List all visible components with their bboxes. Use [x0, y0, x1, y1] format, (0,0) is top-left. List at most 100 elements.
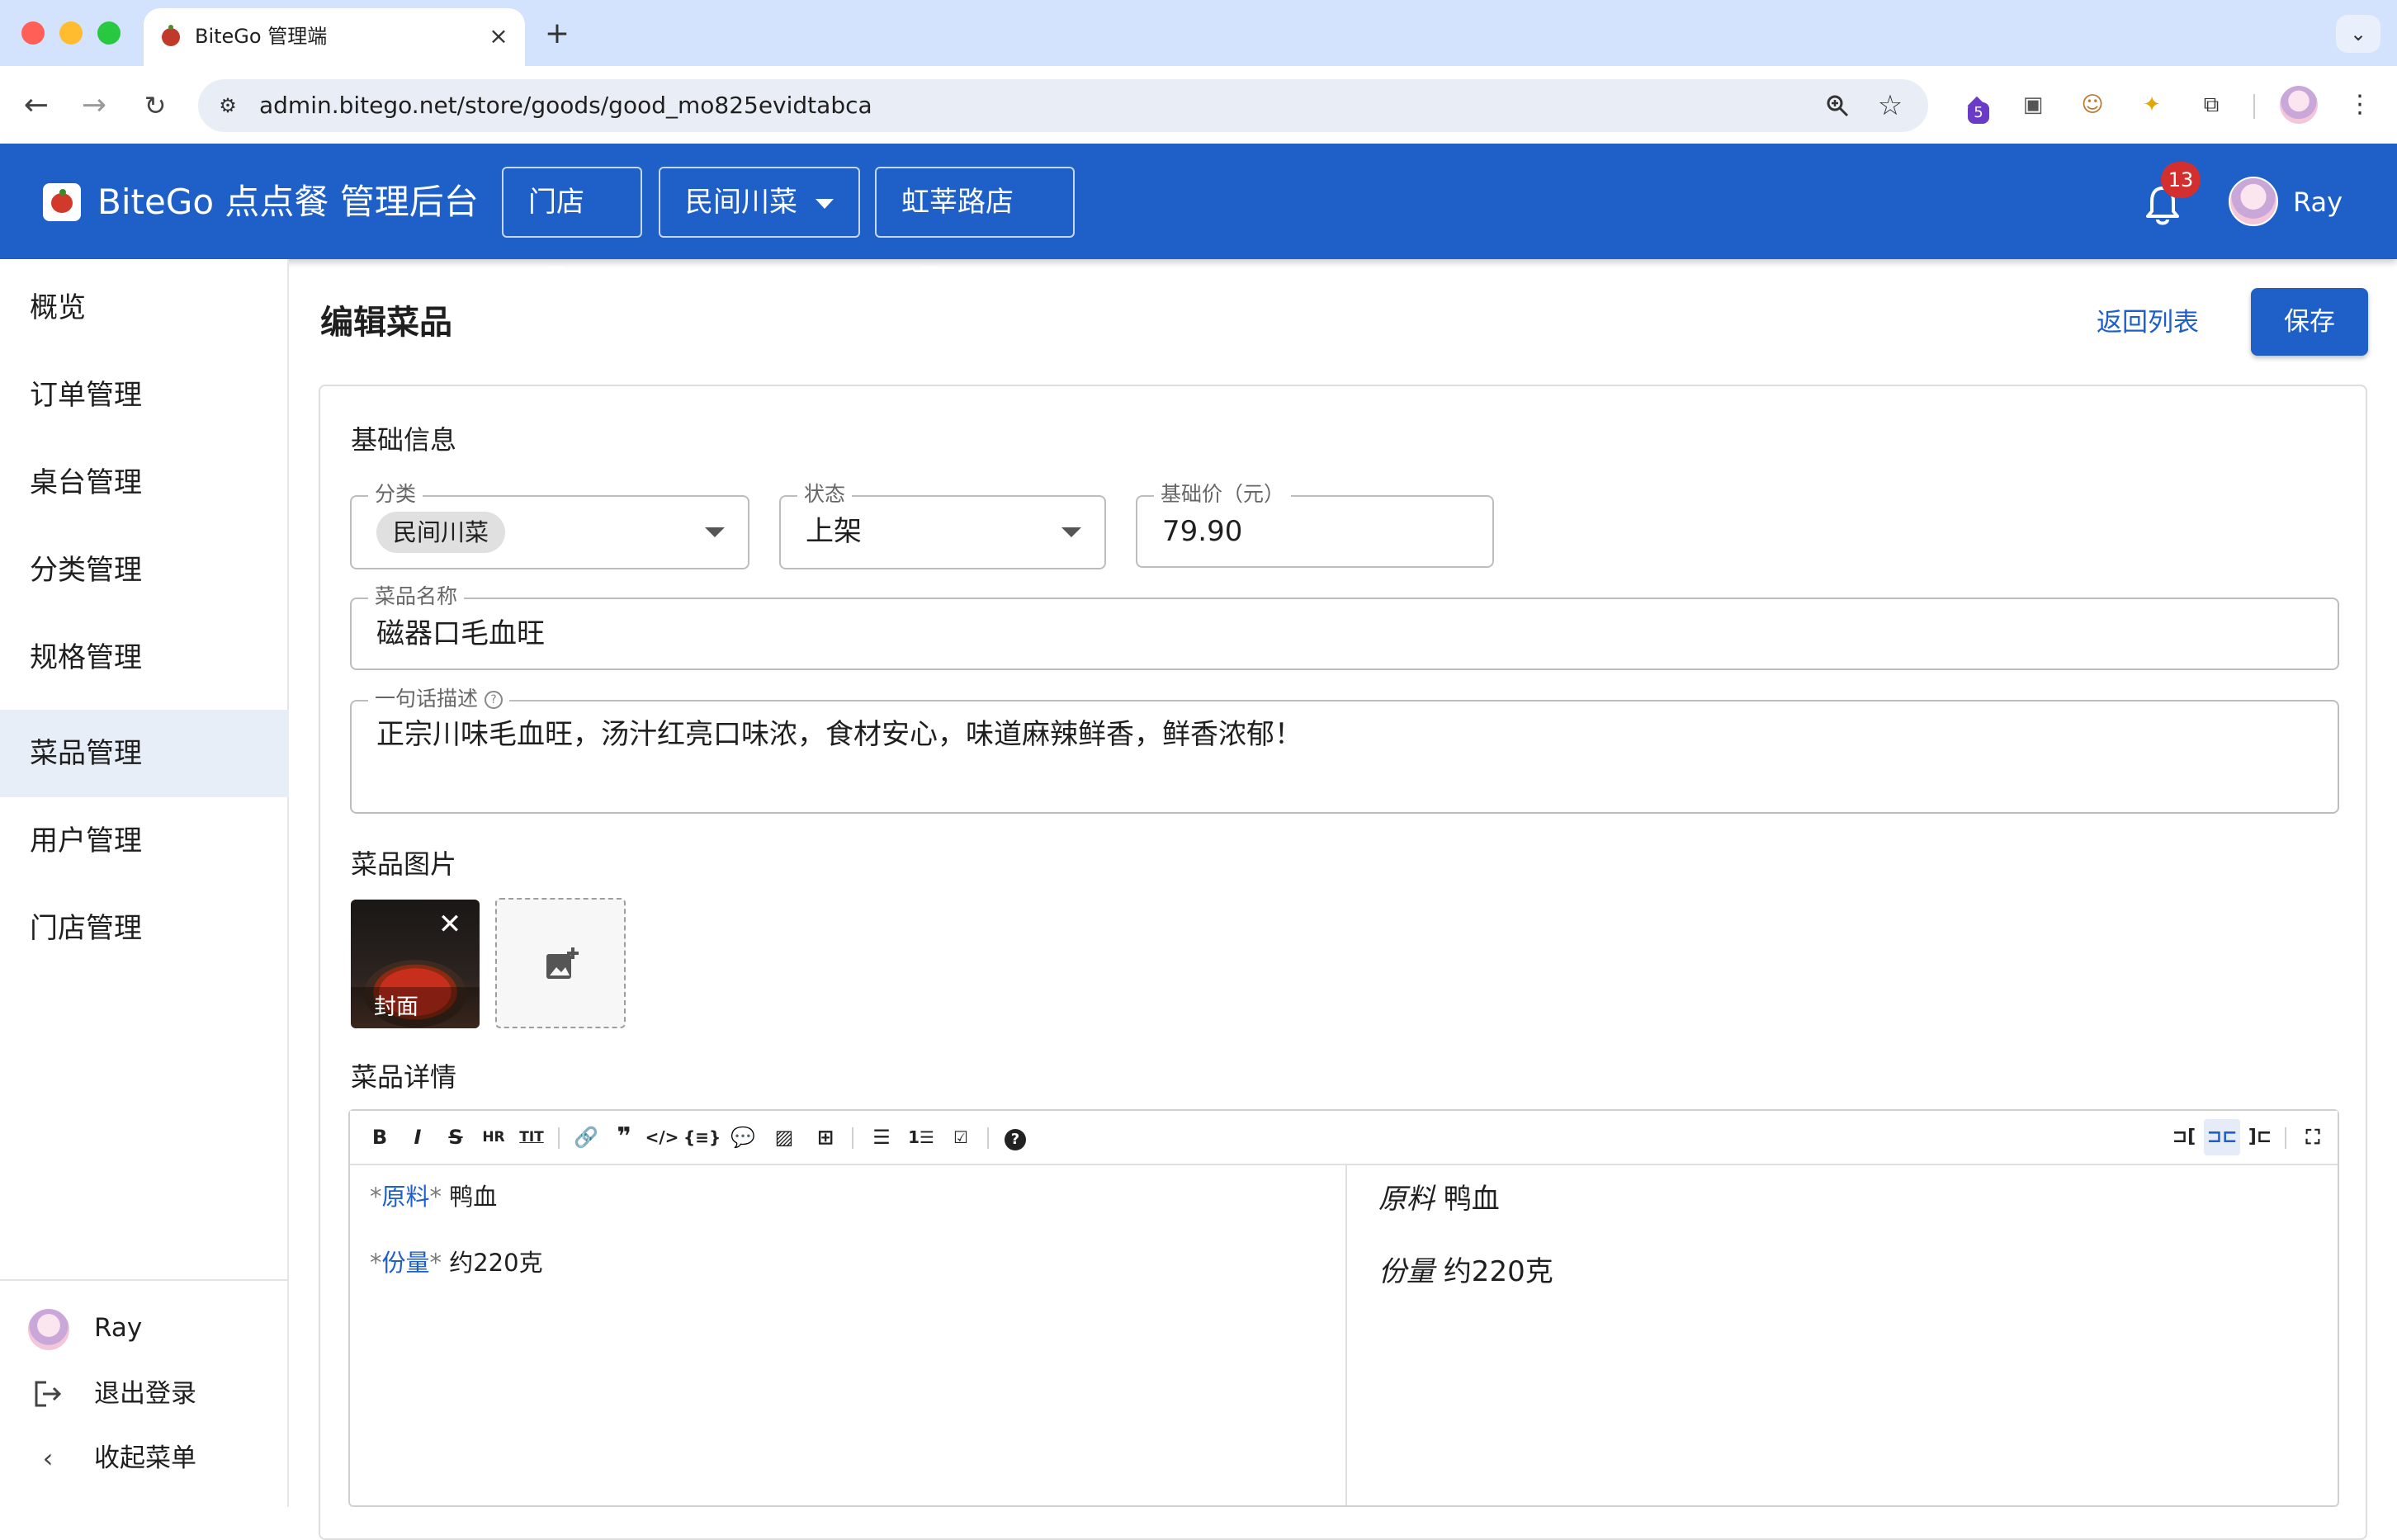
strikethrough-icon[interactable]: S	[437, 1119, 474, 1155]
window-close-button[interactable]	[21, 21, 45, 45]
browser-tab[interactable]: BiteGo 管理端 ×	[144, 8, 525, 66]
category-select[interactable]: 分类 民间川菜	[350, 479, 749, 569]
source-line-1-value: 鸭血	[449, 1183, 498, 1211]
editor-source-pane[interactable]: *原料* 鸭血 *份量* 约220克	[370, 1179, 1327, 1281]
preview-line-1-key: 原料	[1378, 1183, 1435, 1216]
branch-label: 虹莘路店	[901, 186, 1014, 219]
site-info-icon[interactable]: ⚙	[210, 87, 246, 124]
preview-line-2: 份量 约220克	[1378, 1251, 2319, 1292]
sidebar-avatar	[28, 1309, 69, 1350]
horizontal-rule-icon[interactable]: HR	[475, 1119, 512, 1155]
window-minimize-button[interactable]	[59, 21, 83, 45]
table-icon[interactable]: ⊞	[807, 1119, 844, 1155]
editor-preview-pane: 原料 鸭血 份量 约220克	[1378, 1179, 2319, 1292]
toolbar-divider	[2253, 94, 2255, 119]
unordered-list-icon[interactable]: ☰	[863, 1119, 900, 1155]
address-bar[interactable]: ⚙ admin.bitego.net/store/goods/good_mo82…	[198, 79, 1928, 132]
reload-icon[interactable]: ↻	[135, 86, 175, 125]
new-tab-button[interactable]: +	[538, 15, 576, 53]
source-line-2-key: 份量	[381, 1249, 430, 1277]
preview-line-1-value: 鸭血	[1443, 1183, 1500, 1216]
dish-detail-title: 菜品详情	[351, 1061, 457, 1093]
ordered-list-icon[interactable]: 1☰	[903, 1119, 939, 1155]
branch-select[interactable]: 虹莘路店	[875, 167, 1075, 276]
sidebar-item-overview[interactable]: 概览	[0, 264, 289, 352]
sidebar-item-specs[interactable]: 规格管理	[0, 614, 289, 702]
dropdown-caret-icon	[920, 266, 938, 276]
tab-close-icon[interactable]: ×	[482, 20, 515, 53]
source-line-1: *原料* 鸭血	[370, 1183, 498, 1211]
edit-only-icon[interactable]: ⊐[	[2166, 1119, 2202, 1155]
brand-select[interactable]: 民间川菜	[659, 167, 860, 238]
sidebar: 概览 订单管理 桌台管理 分类管理 规格管理 菜品管理 用户管理 门店管理 Ra…	[0, 259, 289, 1507]
quote-icon[interactable]: ❞	[606, 1119, 642, 1155]
sidebar-item-categories[interactable]: 分类管理	[0, 527, 289, 614]
extension-mask-icon[interactable]: ▣	[2014, 86, 2052, 124]
category-chip[interactable]: 民间川菜	[376, 512, 506, 553]
logout-button[interactable]: 退出登录	[0, 1362, 289, 1426]
add-photo-icon	[546, 947, 579, 979]
source-line-1-key: 原料	[381, 1183, 430, 1211]
sidebar-item-dishes[interactable]: 菜品管理	[0, 710, 289, 797]
window-zoom-button[interactable]	[97, 21, 121, 45]
status-select[interactable]: 状态 上架	[779, 479, 1106, 569]
bold-icon[interactable]: B	[362, 1119, 398, 1155]
sidebar-item-stores[interactable]: 门店管理	[0, 885, 289, 972]
back-to-list-link[interactable]: 返回列表	[2097, 294, 2199, 352]
tab-search-chevron-icon[interactable]: ⌄	[2336, 15, 2380, 53]
extension-face-icon[interactable]: ☺	[2073, 86, 2111, 124]
preview-only-icon[interactable]: ]⊏	[2242, 1119, 2278, 1155]
sidebar-item-users[interactable]: 用户管理	[0, 797, 289, 885]
toolbar-separator	[852, 1127, 853, 1149]
store-type-label: 门店	[528, 186, 584, 219]
split-view-icon[interactable]: ⊐⊏	[2204, 1119, 2240, 1155]
extension-leopard-icon[interactable]: ✦	[2133, 86, 2171, 124]
dish-images-title: 菜品图片	[351, 848, 457, 880]
source-line-2-value: 约220克	[449, 1249, 543, 1277]
cover-image-thumbnail[interactable]: ✕ 封面	[351, 900, 480, 1028]
image-icon[interactable]: ▨	[766, 1119, 802, 1155]
profile-avatar[interactable]	[2280, 86, 2318, 124]
preview-line-1: 原料 鸭血	[1378, 1179, 2319, 1220]
browser-menu-icon[interactable]: ⋮	[2341, 86, 2379, 124]
add-image-button[interactable]	[495, 898, 626, 1028]
back-arrow-icon[interactable]: ←	[17, 86, 56, 125]
dish-name-input[interactable]: 菜品名称 磁器口毛血旺	[350, 581, 2339, 670]
task-list-icon[interactable]: ☑	[943, 1119, 979, 1155]
store-type-select[interactable]: 门店	[502, 167, 642, 276]
extension-badge: 5	[1968, 102, 1989, 124]
italic-icon[interactable]: I	[400, 1119, 436, 1155]
base-price-input[interactable]: 基础价（元） 79.90	[1136, 479, 1494, 568]
tomato-favicon-icon	[162, 25, 180, 46]
url-text[interactable]: admin.bitego.net/store/goods/good_mo825e…	[259, 79, 872, 132]
collapse-label: 收起菜单	[94, 1443, 196, 1473]
title-icon[interactable]: TIT	[513, 1119, 550, 1155]
description-value: 正宗川味毛血旺，汤汁红亮口味浓，食材安心，味道麻辣鲜香，鲜香浓郁！	[376, 718, 1303, 751]
sidebar-item-tables[interactable]: 桌台管理	[0, 439, 289, 527]
markdown-editor[interactable]: B I S HR TIT 🔗 ❞ </> {≡} 💬 ▨ ⊞ ☰ 1☰ ☑ ? …	[348, 1109, 2339, 1507]
description-textarea[interactable]: 一句话描述? 正宗川味毛血旺，汤汁红亮口味浓，食材安心，味道麻辣鲜香，鲜香浓郁！	[350, 683, 2339, 814]
comment-icon[interactable]: 💬	[725, 1119, 761, 1155]
user-avatar[interactable]	[2229, 177, 2278, 226]
code-block-icon[interactable]: {≡}	[683, 1119, 721, 1155]
browser-tab-strip: BiteGo 管理端 × + ⌄	[0, 0, 2397, 66]
extensions-puzzle-icon[interactable]: ⧉	[2192, 86, 2230, 124]
sidebar-user[interactable]: Ray	[0, 1296, 289, 1360]
save-button[interactable]: 保存	[2251, 288, 2368, 356]
editor-toolbar: B I S HR TIT 🔗 ❞ </> {≡} 💬 ▨ ⊞ ☰ 1☰ ☑ ? …	[350, 1111, 2338, 1165]
sidebar-user-name: Ray	[94, 1313, 143, 1343]
fullscreen-icon[interactable]: ⛶	[2295, 1119, 2331, 1155]
forward-arrow-icon[interactable]: →	[74, 86, 114, 125]
code-icon[interactable]: </>	[644, 1119, 680, 1155]
link-icon[interactable]: 🔗	[568, 1119, 604, 1155]
remove-image-icon[interactable]: ✕	[433, 908, 466, 941]
sidebar-item-orders[interactable]: 订单管理	[0, 352, 289, 439]
collapse-menu-button[interactable]: ‹ 收起菜单	[0, 1426, 289, 1490]
toolbar-separator	[558, 1127, 560, 1149]
header-user-name[interactable]: Ray	[2293, 173, 2343, 231]
base-price-value: 79.90	[1162, 515, 1243, 548]
help-circle-icon[interactable]: ?	[997, 1119, 1033, 1155]
notification-badge: 13	[2161, 162, 2201, 198]
zoom-icon[interactable]	[1818, 86, 1857, 125]
bookmark-star-icon[interactable]: ☆	[1870, 86, 1910, 125]
